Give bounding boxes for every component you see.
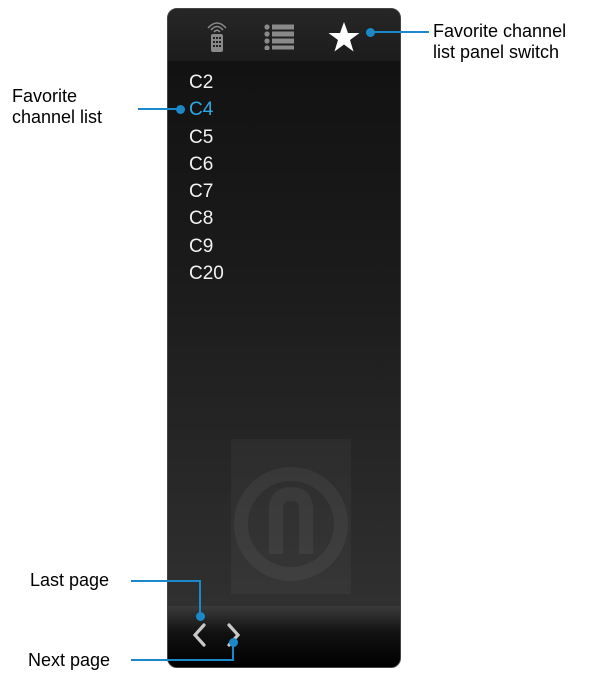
panel-switch-callout-dot xyxy=(366,27,375,37)
top-toolbar xyxy=(168,9,400,61)
panel-switch-callout-line1: Favorite channel xyxy=(433,21,567,41)
panel-switch-callout-line xyxy=(370,31,429,33)
favorite-list-callout-line2: channel list xyxy=(12,107,103,127)
last-page-callout: Last page xyxy=(30,570,110,590)
channel-item[interactable]: C2 xyxy=(189,69,224,96)
star-icon[interactable] xyxy=(328,21,360,58)
favorite-channel-list: C2 C4 C5 C6 C7 C8 C9 C20 xyxy=(189,69,224,287)
favorite-channel-panel: C2 C4 C5 C6 C7 C8 C9 C20 xyxy=(167,8,401,668)
next-page-callout-dot xyxy=(228,638,238,647)
last-page-callout-line-v xyxy=(199,580,201,615)
last-page-callout-dot xyxy=(195,612,205,621)
remote-icon[interactable] xyxy=(204,19,230,58)
channel-item[interactable]: C9 xyxy=(189,233,224,260)
channel-item[interactable]: C7 xyxy=(189,178,224,205)
favorite-list-callout-line xyxy=(138,108,178,110)
channel-item[interactable]: C20 xyxy=(189,260,224,287)
channel-item-selected[interactable]: C4 xyxy=(189,96,224,123)
panel-switch-callout-line2: list panel switch xyxy=(433,42,560,62)
chevron-left-icon[interactable] xyxy=(190,622,208,653)
channel-item[interactable]: C6 xyxy=(189,151,224,178)
last-page-callout-line-h xyxy=(131,580,201,582)
favorite-list-callout-dot xyxy=(176,104,185,114)
channel-item[interactable]: C5 xyxy=(189,124,224,151)
favorite-list-callout-line1: Favorite xyxy=(12,86,78,106)
list-icon[interactable] xyxy=(264,24,296,55)
next-page-callout-line-h xyxy=(131,659,234,661)
next-page-callout: Next page xyxy=(28,650,111,670)
logo-watermark xyxy=(231,439,351,594)
channel-item[interactable]: C8 xyxy=(189,205,224,232)
